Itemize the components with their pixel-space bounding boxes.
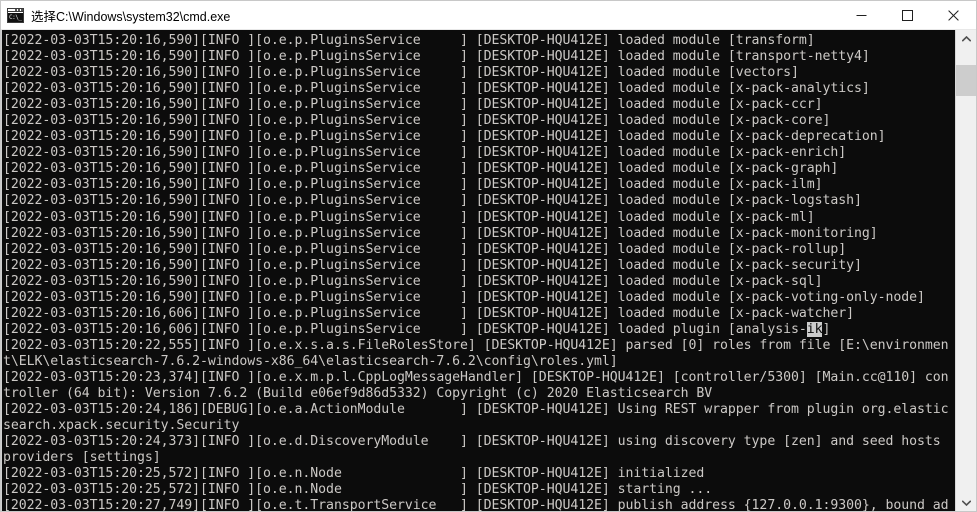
console-line: [2022-03-03T15:20:16,590][INFO ][o.e.p.P…: [3, 289, 925, 305]
console-line: [2022-03-03T15:20:16,590][INFO ][o.e.p.P…: [3, 81, 870, 97]
selected-text[interactable]: ik: [806, 321, 823, 337]
scrollbar-track[interactable]: [956, 47, 976, 494]
console-line: [2022-03-03T15:20:16,590][INFO ][o.e.p.P…: [3, 49, 870, 65]
console-line: [2022-03-03T15:20:16,590][INFO ][o.e.p.P…: [3, 209, 815, 225]
cmd-icon: C:\_: [7, 7, 24, 23]
console-line: [2022-03-03T15:20:16,590][INFO ][o.e.p.P…: [3, 241, 847, 257]
console-line: [2022-03-03T15:20:24,186][DEBUG][o.e.a.A…: [3, 402, 949, 418]
console-line: [2022-03-03T15:20:16,590][INFO ][o.e.p.P…: [3, 33, 815, 48]
window-title: 选择C:\Windows\system32\cmd.exe: [31, 9, 231, 24]
maximize-button[interactable]: [884, 1, 930, 30]
console-line: [2022-03-03T15:20:25,572][INFO ][o.e.n.N…: [3, 482, 713, 498]
console-line: [2022-03-03T15:20:22,555][INFO ][o.e.x.s…: [3, 337, 949, 353]
chevron-down-icon: [961, 499, 971, 506]
cmd-window: C:\_ 选择C:\Windows\system32\cmd.exe [2022…: [0, 0, 977, 512]
console-area: [2022-03-03T15:20:16,590][INFO ][o.e.p.P…: [1, 30, 976, 511]
minimize-icon: [856, 10, 867, 21]
console-line: [2022-03-03T15:20:16,590][INFO ][o.e.p.P…: [3, 225, 878, 241]
console-line: search.xpack.security.Security: [3, 418, 240, 434]
console-line: [2022-03-03T15:20:16,606][INFO ][o.e.p.P…: [3, 305, 854, 321]
maximize-icon: [901, 9, 913, 21]
console-line-text: [2022-03-03T15:20:16,606][INFO ][o.e.p.P…: [3, 321, 807, 337]
console-line: [2022-03-03T15:20:16,590][INFO ][o.e.p.P…: [3, 161, 839, 177]
minimize-button[interactable]: [838, 1, 884, 30]
scrollbar-thumb[interactable]: [956, 64, 976, 97]
console-line: [2022-03-03T15:20:16,590][INFO ][o.e.p.P…: [3, 177, 823, 193]
console-line: t\ELK\elasticsearch-7.6.2-windows-x86_64…: [3, 353, 618, 369]
title-bar[interactable]: C:\_ 选择C:\Windows\system32\cmd.exe: [1, 1, 976, 30]
console-output[interactable]: [2022-03-03T15:20:16,590][INFO ][o.e.p.P…: [2, 30, 955, 511]
console-line: providers [settings]: [3, 450, 161, 466]
console-line: [2022-03-03T15:20:16,590][INFO ][o.e.p.P…: [3, 273, 823, 289]
console-line: [2022-03-03T15:20:16,606][INFO ][o.e.p.P…: [3, 321, 955, 338]
close-icon: [947, 9, 959, 21]
console-line: troller (64 bit): Version 7.6.2 (Build e…: [3, 386, 713, 402]
chevron-up-icon: [961, 35, 971, 42]
cmd-icon-glyph: C:\_: [8, 12, 23, 22]
console-line: [2022-03-03T15:20:16,590][INFO ][o.e.p.P…: [3, 193, 862, 209]
scroll-down-button[interactable]: [956, 494, 976, 511]
console-line: [2022-03-03T15:20:16,590][INFO ][o.e.p.P…: [3, 113, 831, 129]
console-line: [2022-03-03T15:20:24,373][INFO ][o.e.d.D…: [3, 434, 941, 450]
scroll-up-button[interactable]: [956, 30, 976, 47]
vertical-scrollbar[interactable]: [955, 30, 976, 511]
console-line-text: ]: [822, 321, 831, 337]
console-line: [2022-03-03T15:20:16,590][INFO ][o.e.p.P…: [3, 257, 862, 273]
console-line: [2022-03-03T15:20:27,749][INFO ][o.e.t.T…: [3, 498, 949, 511]
console-line: [2022-03-03T15:20:16,590][INFO ][o.e.p.P…: [3, 65, 799, 81]
console-line: [2022-03-03T15:20:23,374][INFO ][o.e.x.m…: [3, 369, 949, 385]
console-line: [2022-03-03T15:20:25,572][INFO ][o.e.n.N…: [3, 466, 705, 482]
close-button[interactable]: [930, 1, 976, 30]
console-line: [2022-03-03T15:20:16,590][INFO ][o.e.p.P…: [3, 145, 847, 161]
console-line: [2022-03-03T15:20:16,590][INFO ][o.e.p.P…: [3, 97, 823, 113]
console-line: [2022-03-03T15:20:16,590][INFO ][o.e.p.P…: [3, 129, 886, 145]
